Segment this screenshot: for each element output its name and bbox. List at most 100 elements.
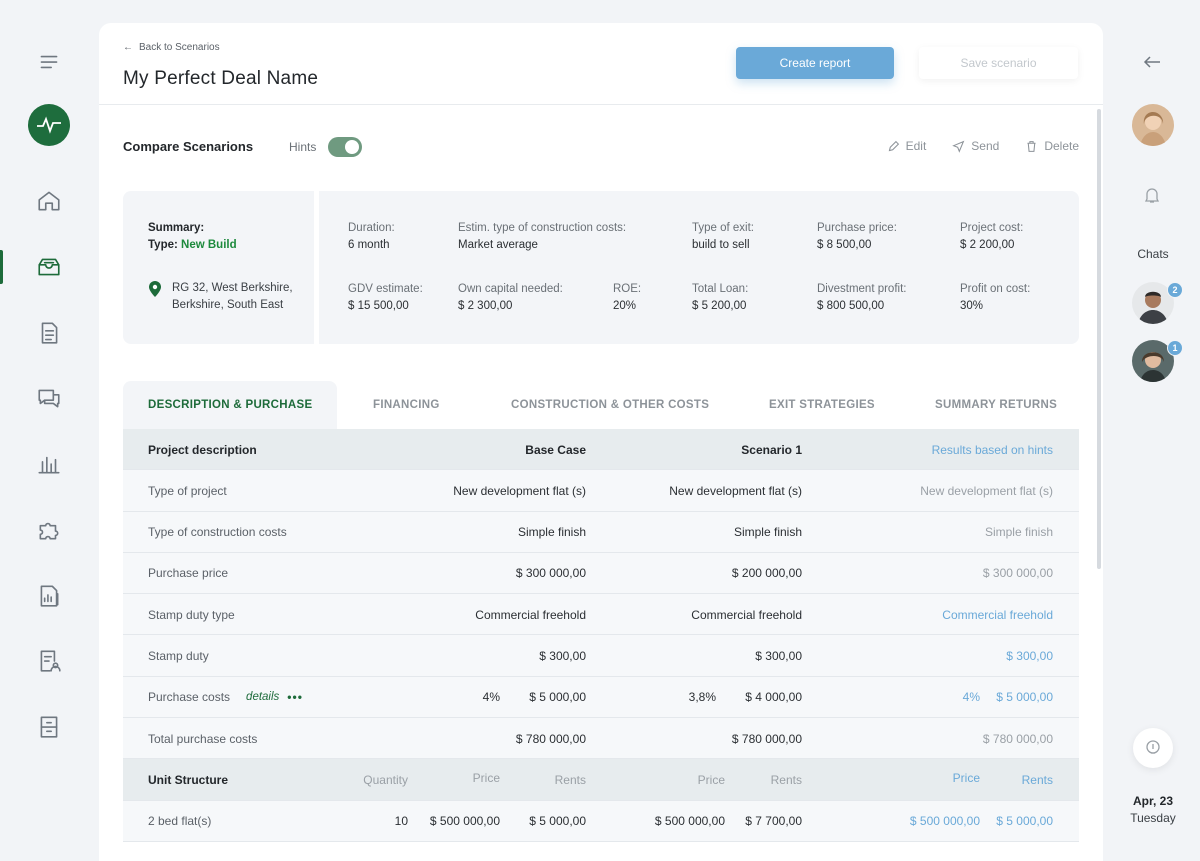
- scrollbar[interactable]: [1097, 109, 1101, 569]
- cell-base[interactable]: $ 300 000,00: [516, 553, 586, 594]
- save-scenario-button[interactable]: Save scenario: [919, 47, 1078, 79]
- cell-hints-percent: 4%: [962, 690, 980, 705]
- cell-base-rent[interactable]: $ 5 000,00: [529, 801, 586, 842]
- kv-value: $ 5 200,00: [692, 300, 747, 312]
- send-icon: [952, 140, 965, 153]
- cell-hints-price: $ 500 000,00: [909, 814, 980, 829]
- cell-scenario1[interactable]: Commercial freehold: [691, 594, 802, 635]
- details-link[interactable]: details: [246, 691, 279, 703]
- tab-summary-returns[interactable]: SUMMARY RETURNS: [935, 381, 1057, 429]
- delete-button[interactable]: Delete: [1025, 139, 1079, 153]
- unit-structure-header-row: Unit Structure Quantity Price Rents Pric…: [123, 759, 1079, 801]
- kv-key: Type of exit:: [692, 222, 755, 234]
- cell-scenario1[interactable]: $ 300,00: [755, 635, 802, 676]
- logo[interactable]: [28, 104, 70, 146]
- right-sidebar: Chats 2 1 Apr, 23 Tuesday: [1103, 0, 1200, 861]
- back-link[interactable]: ← Back to Scenarios: [123, 42, 220, 53]
- row-label: Purchase costs: [148, 690, 231, 705]
- column-header-hints-price: Price: [952, 770, 980, 785]
- home-icon[interactable]: [0, 181, 98, 221]
- cell-base[interactable]: Simple finish: [518, 512, 586, 553]
- location-pin-icon: [148, 280, 162, 314]
- cell-quantity[interactable]: 10: [395, 801, 408, 842]
- cell-scenario1[interactable]: Simple finish: [734, 512, 802, 553]
- kv-key: GDV estimate:: [348, 283, 423, 295]
- cell-base[interactable]: $ 300,00: [539, 635, 586, 676]
- cell-hints: Commercial freehold: [942, 607, 1053, 622]
- bar-chart-icon[interactable]: [0, 444, 98, 484]
- cell-scenario1-percent[interactable]: 3,8%: [689, 677, 716, 718]
- tab-financing[interactable]: FINANCING: [373, 381, 440, 429]
- cell-hints: $ 5 000,00: [996, 690, 1053, 705]
- kv-key: Project cost:: [960, 222, 1024, 234]
- tab-description-purchase[interactable]: DESCRIPTION & PURCHASE: [123, 381, 338, 429]
- table-row: Type of project New development flat (s)…: [123, 470, 1079, 512]
- kv-value: Market average: [458, 239, 538, 251]
- current-day: Tuesday: [1130, 811, 1176, 825]
- kv-key: ROE:: [613, 283, 642, 295]
- summary-construction-type: Estim. type of construction costs: Market…: [458, 220, 626, 254]
- more-dots-icon[interactable]: •••: [287, 690, 303, 704]
- notification-bell-icon[interactable]: [1144, 186, 1160, 209]
- kv-key: Purchase price:: [817, 222, 897, 234]
- kv-key: Estim. type of construction costs:: [458, 222, 627, 234]
- page-title: My Perfect Deal Name: [123, 68, 319, 89]
- menu-icon[interactable]: [0, 42, 98, 82]
- chat-bubbles-icon[interactable]: [0, 378, 98, 418]
- cell-s1-rent[interactable]: $ 7 700,00: [745, 801, 802, 842]
- collapse-arrow-icon[interactable]: [1143, 55, 1161, 74]
- edit-label: Edit: [905, 139, 927, 153]
- summary-profit-on-cost: Profit on cost: 30%: [960, 281, 1030, 315]
- summary-duration: Duration: 6 month: [348, 220, 395, 254]
- row-label: Stamp duty: [148, 648, 209, 663]
- row-label-group: Purchase costs details •••: [148, 677, 303, 718]
- puzzle-icon[interactable]: [0, 510, 98, 550]
- kv-key: Total Loan:: [692, 283, 749, 295]
- cell-hints: $ 300 000,00: [982, 566, 1053, 581]
- hints-label: Hints: [289, 140, 317, 154]
- cell-base-percent[interactable]: 4%: [483, 677, 500, 718]
- document-icon[interactable]: [0, 313, 98, 353]
- cell-base-price[interactable]: $ 500 000,00: [430, 801, 500, 842]
- column-header-hints[interactable]: Results based on hints: [932, 429, 1053, 470]
- pencil-icon: [888, 140, 899, 151]
- table-row: Type of construction costs Simple finish…: [123, 511, 1079, 553]
- user-avatar[interactable]: [1132, 104, 1174, 146]
- tab-construction-costs[interactable]: CONSTRUCTION & OTHER COSTS: [511, 381, 709, 429]
- create-report-button[interactable]: Create report: [736, 47, 894, 79]
- summary-project-cost: Project cost: $ 2 200,00: [960, 220, 1023, 254]
- report-icon[interactable]: [0, 576, 98, 616]
- address-line1: RG 32, West Berkshire,: [172, 282, 293, 294]
- edit-button[interactable]: Edit: [887, 139, 927, 153]
- cell-base[interactable]: Commercial freehold: [475, 594, 586, 635]
- cell-scenario1[interactable]: $ 4 000,00: [745, 677, 802, 718]
- deals-icon[interactable]: [0, 247, 98, 287]
- kv-value: 6 month: [348, 239, 390, 251]
- row-label: 2 bed flat(s): [148, 814, 212, 829]
- hints-toggle[interactable]: [328, 137, 362, 157]
- cell-s1-price[interactable]: $ 500 000,00: [655, 801, 725, 842]
- cell-scenario1[interactable]: $ 200 000,00: [732, 553, 802, 594]
- tab-exit-strategies[interactable]: EXIT STRATEGIES: [769, 381, 875, 429]
- table-row: Purchase price $ 300 000,00 $ 200 000,00…: [123, 552, 1079, 595]
- column-header-description: Project description: [148, 442, 257, 457]
- compare-title: Compare Scenarions: [123, 139, 254, 154]
- cell-hints: New development flat (s): [920, 483, 1053, 498]
- summary-left: Summary: Type: New Build RG 32, West Ber…: [123, 191, 319, 344]
- profile-doc-icon[interactable]: [0, 641, 98, 681]
- summary-purchase-price: Purchase price: $ 8 500,00: [817, 220, 897, 254]
- cell-scenario1[interactable]: New development flat (s): [669, 470, 802, 511]
- cell-base[interactable]: $ 5 000,00: [529, 677, 586, 718]
- send-button[interactable]: Send: [952, 139, 999, 153]
- left-sidebar: [0, 0, 98, 861]
- summary-label: Summary:: [148, 222, 205, 234]
- chats-label: Chats: [1137, 247, 1169, 261]
- back-label: Back to Scenarios: [139, 42, 220, 53]
- summary-own-capital: Own capital needed: $ 2 300,00: [458, 281, 563, 315]
- cell-base[interactable]: New development flat (s): [453, 470, 586, 511]
- column-header-scenario1: Scenario 1: [741, 442, 802, 457]
- kv-value: $ 2 300,00: [458, 300, 513, 312]
- archive-icon[interactable]: [0, 707, 98, 747]
- help-button[interactable]: [1133, 728, 1173, 768]
- table-row: 2 bed flat(s) 10 $ 500 000,00 $ 5 000,00…: [123, 800, 1079, 842]
